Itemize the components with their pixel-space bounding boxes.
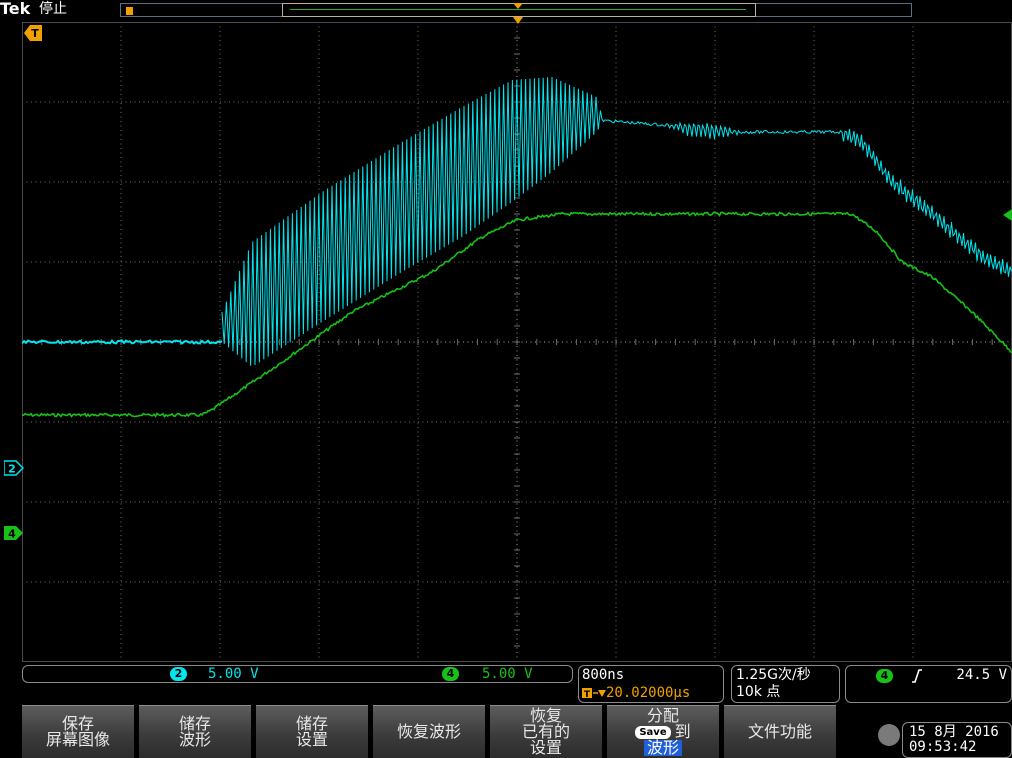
channel-2-scale[interactable]: 5.00 V [208,666,259,682]
channel-2-marker-icon[interactable]: 2 [4,460,24,476]
acquisition-status: 停止 [39,1,67,17]
channel-2-marker-label: 2 [8,463,16,476]
recall-setup-button[interactable]: 恢复 已有的 设置 [490,705,602,758]
record-waveform-line [290,9,746,10]
save-key-icon: Save [635,725,671,739]
recall-waveform-button[interactable]: 恢复波形 [373,705,485,758]
softkey-3-line-2: 设置 [295,730,328,749]
softkey-5-line-3: 设置 [529,738,562,757]
trigger-position-top-icon [513,3,523,9]
date-time-readout[interactable]: 15 8月 2016 09:53:42 [902,722,1012,758]
channel-2-oscillation [221,76,1012,366]
trigger-delay-icon: T [582,688,606,699]
trigger-level-icon [1003,209,1012,221]
softkey-7-label: 文件功能 [747,722,812,741]
sample-rate: 1.25G次/秒 [736,667,811,683]
channel-2-waveform [22,338,223,345]
channel-2-badge[interactable]: 2 [170,667,187,681]
channel-4-marker-label: 4 [8,528,16,541]
usb-icon [878,724,900,746]
trigger-source-badge: 4 [876,669,893,683]
trigger-level: 24.5 V [956,667,1007,683]
channel-4-scale[interactable]: 5.00 V [482,666,533,682]
date-text: 15 8月 2016 [909,724,999,740]
save-waveform-button[interactable]: 储存 波形 [139,705,251,758]
timebase-scale: 800ns [582,667,625,683]
softkey-6-selected-option: 波形 [643,740,682,756]
file-utilities-button[interactable]: 文件功能 [724,705,836,758]
waveform-display[interactable] [22,22,1012,662]
assign-save-button[interactable]: 分配 Save 到 波形 [607,705,719,758]
horizontal-readout[interactable]: 800ns T 20.02000μs [578,665,724,703]
trigger-point-icon: T [24,25,42,41]
svg-text:T: T [584,690,591,699]
channel-4-badge[interactable]: 4 [442,667,459,681]
save-setup-button[interactable]: 储存 设置 [256,705,368,758]
svg-text:T: T [31,27,39,40]
channel-4-marker-icon[interactable]: 4 [4,525,24,541]
trigger-position-icon [513,17,523,24]
softkey-1-line-2: 屏幕图像 [45,730,110,749]
trigger-delay-value: 20.02000μs [606,685,691,701]
softkey-4-label: 恢复波形 [396,722,461,741]
acquisition-readout[interactable]: 1.25G次/秒 10k 点 [731,665,840,703]
time-text: 09:53:42 [909,739,977,755]
rising-edge-icon [912,669,922,683]
save-screen-image-button[interactable]: 保存 屏幕图像 [22,705,134,758]
record-length: 10k 点 [736,684,781,700]
trigger-readout[interactable]: 4 24.5 V [845,665,1012,703]
record-trigger-marker [126,7,133,15]
softkey-2-line-2: 波形 [178,730,211,749]
brand-logo: Tek [0,0,31,18]
